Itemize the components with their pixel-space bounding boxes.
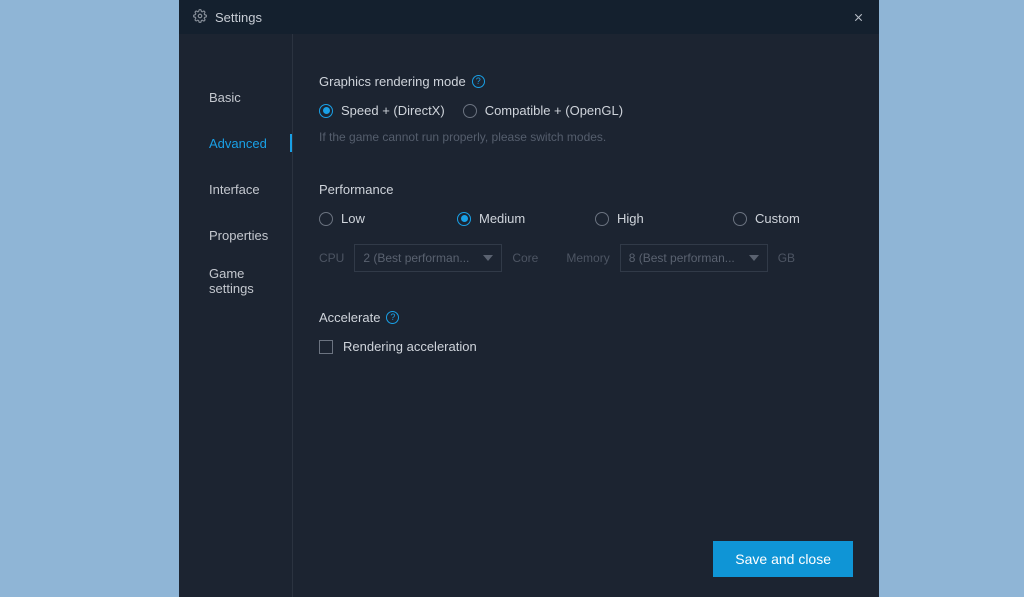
chevron-down-icon xyxy=(749,255,759,261)
radio-dot-icon xyxy=(733,212,747,226)
footer: Save and close xyxy=(713,541,853,577)
checkbox-box-icon xyxy=(319,340,333,354)
close-button[interactable] xyxy=(847,6,869,28)
settings-window: Settings Basic Advanced Interface Proper… xyxy=(179,0,879,597)
graphics-title: Graphics rendering mode xyxy=(319,74,466,89)
graphics-options: Speed + (DirectX) Compatible + (OpenGL) xyxy=(319,103,853,118)
sidebar-item-game-settings[interactable]: Game settings xyxy=(179,258,292,304)
window-title: Settings xyxy=(215,10,839,25)
help-icon[interactable]: ? xyxy=(386,311,399,324)
radio-custom[interactable]: Custom xyxy=(733,211,853,226)
close-icon xyxy=(852,11,865,24)
graphics-title-row: Graphics rendering mode ? xyxy=(319,74,853,89)
sidebar-item-properties[interactable]: Properties xyxy=(179,212,292,258)
radio-label: Compatible + (OpenGL) xyxy=(485,103,623,118)
sidebar: Basic Advanced Interface Properties Game… xyxy=(179,34,293,597)
radio-dot-icon xyxy=(463,104,477,118)
radio-dot-icon xyxy=(457,212,471,226)
core-label: Core xyxy=(512,251,538,265)
graphics-hint: If the game cannot run properly, please … xyxy=(319,130,853,144)
checkbox-label: Rendering acceleration xyxy=(343,339,477,354)
memory-dropdown[interactable]: 8 (Best performan... xyxy=(620,244,768,272)
cpu-dropdown[interactable]: 2 (Best performan... xyxy=(354,244,502,272)
sidebar-item-advanced[interactable]: Advanced xyxy=(179,120,292,166)
radio-label: Custom xyxy=(755,211,800,226)
section-performance: Performance Low Medium High xyxy=(319,182,853,272)
sidebar-item-label: Properties xyxy=(209,228,268,243)
sidebar-item-interface[interactable]: Interface xyxy=(179,166,292,212)
radio-medium[interactable]: Medium xyxy=(457,211,577,226)
radio-dot-icon xyxy=(595,212,609,226)
sidebar-item-label: Game settings xyxy=(209,266,292,296)
performance-resource-row: CPU 2 (Best performan... Core Memory 8 (… xyxy=(319,244,853,272)
radio-label: Medium xyxy=(479,211,525,226)
radio-dot-icon xyxy=(319,212,333,226)
content: Graphics rendering mode ? Speed + (Direc… xyxy=(293,34,879,597)
radio-high[interactable]: High xyxy=(595,211,715,226)
section-graphics: Graphics rendering mode ? Speed + (Direc… xyxy=(319,74,853,144)
cpu-label: CPU xyxy=(319,251,344,265)
radio-label: Low xyxy=(341,211,365,226)
performance-levels: Low Medium High Custom xyxy=(319,211,853,226)
performance-title: Performance xyxy=(319,182,853,197)
titlebar: Settings xyxy=(179,0,879,34)
sidebar-item-basic[interactable]: Basic xyxy=(179,74,292,120)
memory-value: 8 (Best performan... xyxy=(629,251,743,265)
sidebar-item-label: Basic xyxy=(209,90,241,105)
gear-icon xyxy=(193,9,207,26)
radio-label: Speed + (DirectX) xyxy=(341,103,445,118)
sidebar-item-label: Advanced xyxy=(209,136,267,151)
chevron-down-icon xyxy=(483,255,493,261)
sidebar-item-label: Interface xyxy=(209,182,260,197)
memory-label: Memory xyxy=(566,251,609,265)
body: Basic Advanced Interface Properties Game… xyxy=(179,34,879,597)
section-accelerate: Accelerate ? Rendering acceleration xyxy=(319,310,853,354)
accelerate-title: Accelerate xyxy=(319,310,380,325)
gb-label: GB xyxy=(778,251,795,265)
help-icon[interactable]: ? xyxy=(472,75,485,88)
radio-compatible-opengl[interactable]: Compatible + (OpenGL) xyxy=(463,103,623,118)
rendering-acceleration-checkbox[interactable]: Rendering acceleration xyxy=(319,339,853,354)
save-and-close-button[interactable]: Save and close xyxy=(713,541,853,577)
accelerate-title-row: Accelerate ? xyxy=(319,310,853,325)
radio-label: High xyxy=(617,211,644,226)
cpu-value: 2 (Best performan... xyxy=(363,251,477,265)
radio-low[interactable]: Low xyxy=(319,211,439,226)
radio-dot-icon xyxy=(319,104,333,118)
radio-speed-directx[interactable]: Speed + (DirectX) xyxy=(319,103,445,118)
